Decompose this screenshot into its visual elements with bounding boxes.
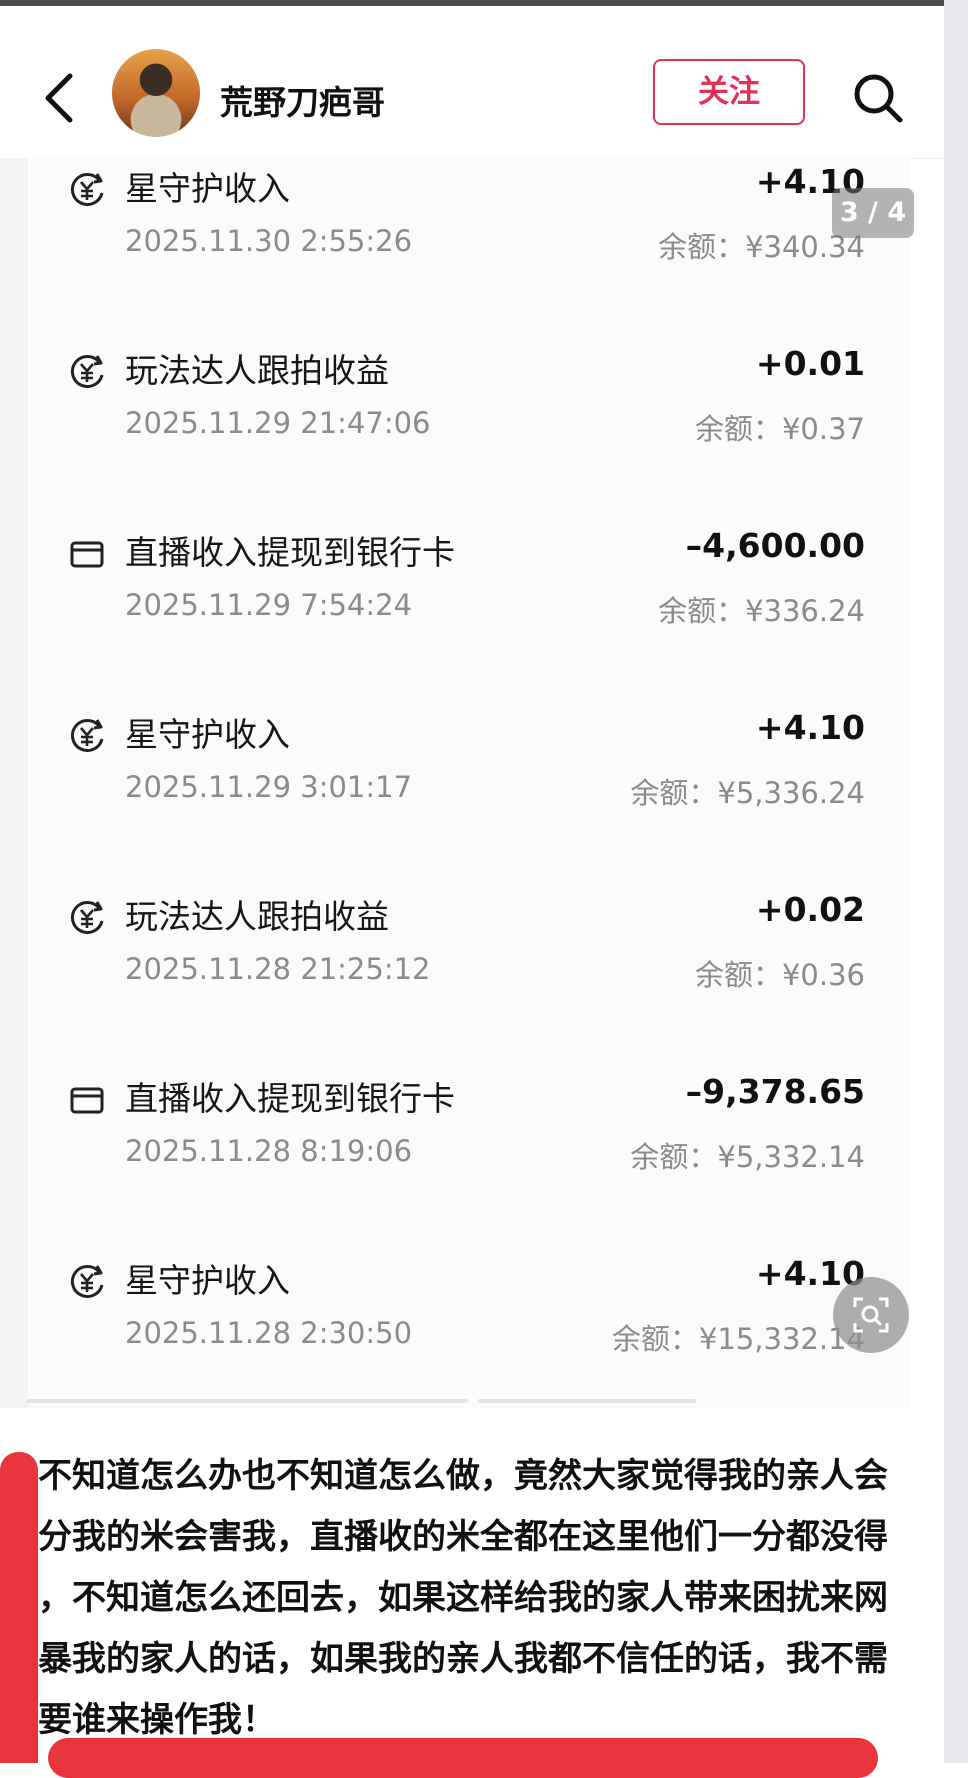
screenshot-left-margin bbox=[0, 158, 28, 1408]
transaction-amount: –9,378.65 bbox=[685, 1072, 865, 1111]
avatar[interactable] bbox=[112, 49, 200, 137]
transaction-balance: 余额：¥5,332.14 bbox=[630, 1140, 865, 1174]
transaction-balance: 余额：¥0.36 bbox=[694, 958, 865, 992]
transaction-balance: 余额：¥336.24 bbox=[658, 594, 865, 628]
search-icon[interactable] bbox=[850, 70, 906, 126]
transaction-title: 玩法达人跟拍收益 bbox=[125, 351, 389, 390]
transaction-row[interactable]: 玩法达人跟拍收益 +0.02 2025.11.28 21:25:12 余额：¥0.36 bbox=[28, 886, 910, 1036]
transaction-time: 2025.11.29 3:01:17 bbox=[125, 770, 413, 804]
yuan-income-icon bbox=[68, 1263, 106, 1301]
back-arrow-icon[interactable] bbox=[38, 68, 82, 128]
transaction-title: 星守护收入 bbox=[125, 1261, 290, 1300]
transaction-row[interactable]: 星守护收入 +4.10 2025.11.29 3:01:17 余额：¥5,336.24 bbox=[28, 704, 910, 854]
transaction-time: 2025.11.28 2:30:50 bbox=[125, 1316, 413, 1350]
yuan-income-icon bbox=[68, 353, 106, 391]
transaction-time: 2025.11.30 2:55:26 bbox=[125, 224, 413, 258]
transaction-amount: –4,600.00 bbox=[685, 526, 865, 565]
right-edge bbox=[944, 0, 968, 1763]
transaction-time: 2025.11.29 21:47:06 bbox=[125, 406, 431, 440]
transaction-row[interactable]: 直播收入提现到银行卡 –4,600.00 2025.11.29 7:54:24 余额：… bbox=[28, 522, 910, 672]
transaction-balance: 余额：¥5,336.24 bbox=[630, 776, 865, 810]
red-annotation-stroke bbox=[0, 1452, 38, 1763]
image-search-icon bbox=[853, 1297, 889, 1333]
image-search-button[interactable] bbox=[833, 1277, 909, 1353]
transaction-time: 2025.11.29 7:54:24 bbox=[125, 588, 413, 622]
transaction-row[interactable]: 星守护收入 +4.10 2025.11.30 2:55:26 余额：¥340.34 bbox=[28, 158, 910, 308]
transaction-title: 星守护收入 bbox=[125, 715, 290, 754]
transaction-amount: +0.01 bbox=[755, 344, 865, 383]
wallet-icon bbox=[68, 1081, 106, 1119]
follow-button[interactable]: 关注 bbox=[653, 59, 805, 125]
transaction-balance: 余额：¥0.37 bbox=[694, 412, 865, 446]
wallet-icon bbox=[68, 535, 106, 573]
page-indicator: 3 / 4 bbox=[832, 188, 914, 238]
transaction-time: 2025.11.28 21:25:12 bbox=[125, 952, 431, 986]
username[interactable]: 荒野刀疤哥 bbox=[220, 76, 385, 124]
transaction-row[interactable]: 直播收入提现到银行卡 –9,378.65 2025.11.28 8:19:06 余额：… bbox=[28, 1068, 910, 1218]
transaction-amount: +4.10 bbox=[755, 708, 865, 747]
transaction-row[interactable]: 星守护收入 +4.10 2025.11.28 2:30:50 余额：¥15,332.1… bbox=[28, 1250, 910, 1400]
post-caption: 不知道怎么办也不知道怎么做，竟然大家觉得我的亲人会分我的米会害我，直播收的米全都… bbox=[38, 1456, 888, 1740]
transaction-balance: 余额：¥15,332.14 bbox=[611, 1322, 865, 1356]
yuan-income-icon bbox=[68, 717, 106, 755]
image-progress-segment bbox=[250, 1399, 468, 1403]
yuan-income-icon bbox=[68, 171, 106, 209]
transaction-title: 直播收入提现到银行卡 bbox=[125, 533, 455, 572]
yuan-income-icon bbox=[68, 899, 106, 937]
transaction-title: 直播收入提现到银行卡 bbox=[125, 1079, 455, 1118]
transaction-row[interactable]: 玩法达人跟拍收益 +0.01 2025.11.29 21:47:06 余额：¥0.37 bbox=[28, 340, 910, 490]
red-annotation-stroke bbox=[48, 1738, 878, 1778]
transaction-list: 星守护收入 +4.10 2025.11.30 2:55:26 余额：¥340.34 玩法… bbox=[28, 158, 910, 1408]
transaction-amount: +0.02 bbox=[755, 890, 865, 929]
profile-header: 荒野刀疤哥 关注 bbox=[0, 6, 944, 159]
transaction-title: 玩法达人跟拍收益 bbox=[125, 897, 389, 936]
transaction-title: 星守护收入 bbox=[125, 169, 290, 208]
image-progress-segment bbox=[478, 1399, 696, 1403]
transaction-time: 2025.11.28 8:19:06 bbox=[125, 1134, 413, 1168]
